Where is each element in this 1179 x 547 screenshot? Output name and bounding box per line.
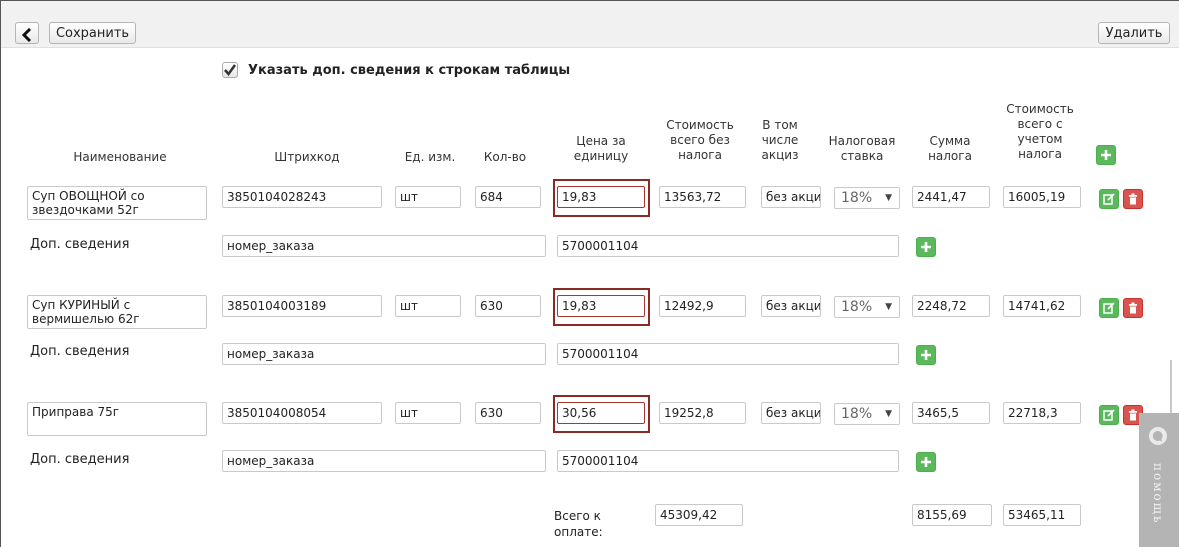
row2-price-field[interactable]: 19,83 bbox=[557, 295, 645, 317]
delete-button[interactable]: Удалить bbox=[1098, 22, 1170, 44]
col-header-barcode: Штрихкод bbox=[274, 150, 340, 164]
row1-barcode-field[interactable]: 3850104028243 bbox=[222, 186, 382, 208]
row1-qty-field[interactable]: 684 bbox=[475, 186, 541, 208]
row3-add-extra-button[interactable] bbox=[916, 452, 936, 472]
save-button[interactable]: Сохранить bbox=[49, 22, 136, 44]
help-tab[interactable]: помощь bbox=[1139, 413, 1179, 547]
col-header-total: Стоимость всего с учетом налога bbox=[1006, 102, 1074, 161]
row2-extra-label: Доп. сведения bbox=[30, 344, 130, 359]
chevron-left-icon bbox=[21, 27, 32, 42]
row2-extra-value-field[interactable]: 5700001104 bbox=[557, 343, 899, 365]
row1-unit-field[interactable]: шт bbox=[395, 186, 461, 208]
row2-excise-field[interactable]: без акциз bbox=[761, 295, 821, 317]
row1-name-field[interactable]: Суп ОВОЩНОЙ со звездочками 52г bbox=[27, 186, 207, 220]
row3-barcode-field[interactable]: 3850104008054 bbox=[222, 402, 382, 424]
dropdown-arrow-icon: ▼ bbox=[885, 409, 892, 419]
extra-info-label: Указать доп. сведения к строкам таблицы bbox=[248, 63, 571, 78]
row3-extra-value-field[interactable]: 5700001104 bbox=[557, 450, 899, 472]
row1-edit-button[interactable] bbox=[1099, 189, 1119, 209]
row3-qty-field[interactable]: 630 bbox=[475, 402, 541, 424]
edit-icon bbox=[1103, 302, 1115, 314]
summary-label: Всего к оплате: bbox=[554, 509, 603, 539]
col-header-excise: В том числе акциз bbox=[761, 118, 799, 162]
plus-icon bbox=[1101, 150, 1111, 160]
summary-cost-field: 45309,42 bbox=[655, 504, 743, 526]
col-header-tax: Сумма налога bbox=[928, 134, 972, 163]
row3-extra-label: Доп. сведения bbox=[30, 452, 130, 467]
row2-name-field[interactable]: Суп КУРИНЫЙ с вермишелью 62г bbox=[27, 295, 207, 329]
row3-cost-field[interactable]: 19252,8 bbox=[659, 402, 746, 424]
trash-icon bbox=[1129, 193, 1137, 205]
row2-extra-key-field[interactable]: номер_заказа bbox=[222, 343, 546, 365]
row2-tax-field[interactable]: 2248,72 bbox=[912, 295, 990, 317]
row1-rate-select[interactable]: 18% ▼ bbox=[834, 187, 900, 209]
col-header-unit: Ед. изм. bbox=[404, 150, 456, 164]
row2-rate-select[interactable]: 18% ▼ bbox=[834, 296, 900, 318]
row1-total-field[interactable]: 16005,19 bbox=[1003, 186, 1081, 208]
row3-price-field[interactable]: 30,56 bbox=[557, 402, 645, 424]
edit-icon bbox=[1103, 193, 1115, 205]
row1-price-field[interactable]: 19,83 bbox=[557, 186, 645, 208]
row3-tax-field[interactable]: 3465,5 bbox=[912, 402, 990, 424]
plus-icon bbox=[921, 350, 931, 360]
row2-unit-field[interactable]: шт bbox=[395, 295, 461, 317]
row1-tax-field[interactable]: 2441,47 bbox=[912, 186, 990, 208]
row1-extra-label: Доп. сведения bbox=[30, 237, 130, 252]
trash-icon bbox=[1129, 409, 1137, 421]
row2-cost-field[interactable]: 12492,9 bbox=[659, 295, 746, 317]
edit-icon bbox=[1103, 409, 1115, 421]
row3-unit-field[interactable]: шт bbox=[395, 402, 461, 424]
dropdown-arrow-icon: ▼ bbox=[885, 302, 892, 312]
row3-total-field[interactable]: 22718,3 bbox=[1003, 402, 1081, 424]
checkmark-icon bbox=[224, 64, 236, 76]
row1-extra-value-field[interactable]: 5700001104 bbox=[557, 235, 899, 257]
back-button[interactable] bbox=[15, 22, 39, 44]
dropdown-arrow-icon: ▼ bbox=[885, 193, 892, 203]
row1-delete-button[interactable] bbox=[1123, 189, 1143, 209]
summary-tax-field: 8155,69 bbox=[912, 504, 992, 526]
summary-total-field: 53465,11 bbox=[1003, 504, 1081, 526]
row2-delete-button[interactable] bbox=[1123, 298, 1143, 318]
row2-total-field[interactable]: 14741,62 bbox=[1003, 295, 1081, 317]
col-header-price: Цена за единицу bbox=[573, 134, 629, 163]
row1-cost-field[interactable]: 13563,72 bbox=[659, 186, 746, 208]
plus-icon bbox=[921, 457, 931, 467]
col-header-qty: Кол-во bbox=[483, 150, 527, 164]
row2-add-extra-button[interactable] bbox=[916, 345, 936, 365]
col-header-rate: Налоговая ставка bbox=[828, 134, 896, 163]
row3-extra-key-field[interactable]: номер_заказа bbox=[222, 450, 546, 472]
row3-edit-button[interactable] bbox=[1099, 405, 1119, 425]
row2-barcode-field[interactable]: 3850104003189 bbox=[222, 295, 382, 317]
extra-info-checkbox[interactable] bbox=[222, 62, 238, 78]
row1-excise-field[interactable]: без акциз bbox=[761, 186, 821, 208]
col-header-name: Наименование bbox=[73, 150, 167, 164]
row2-edit-button[interactable] bbox=[1099, 298, 1119, 318]
col-header-cost: Стоимость всего без налога bbox=[666, 118, 734, 162]
trash-icon bbox=[1129, 302, 1137, 314]
row3-name-field[interactable]: Приправа 75г bbox=[27, 402, 207, 436]
row3-excise-field[interactable]: без акциз bbox=[761, 402, 821, 424]
plus-icon bbox=[921, 242, 931, 252]
add-row-button[interactable] bbox=[1096, 145, 1116, 165]
row1-add-extra-button[interactable] bbox=[916, 237, 936, 257]
help-label: помощь bbox=[1151, 463, 1165, 525]
chat-bubble-icon bbox=[1149, 427, 1167, 445]
row3-rate-select[interactable]: 18% ▼ bbox=[834, 403, 900, 425]
row1-extra-key-field[interactable]: номер_заказа bbox=[222, 235, 546, 257]
toolbar: Сохранить Удалить bbox=[1, 1, 1179, 48]
row2-qty-field[interactable]: 630 bbox=[475, 295, 541, 317]
